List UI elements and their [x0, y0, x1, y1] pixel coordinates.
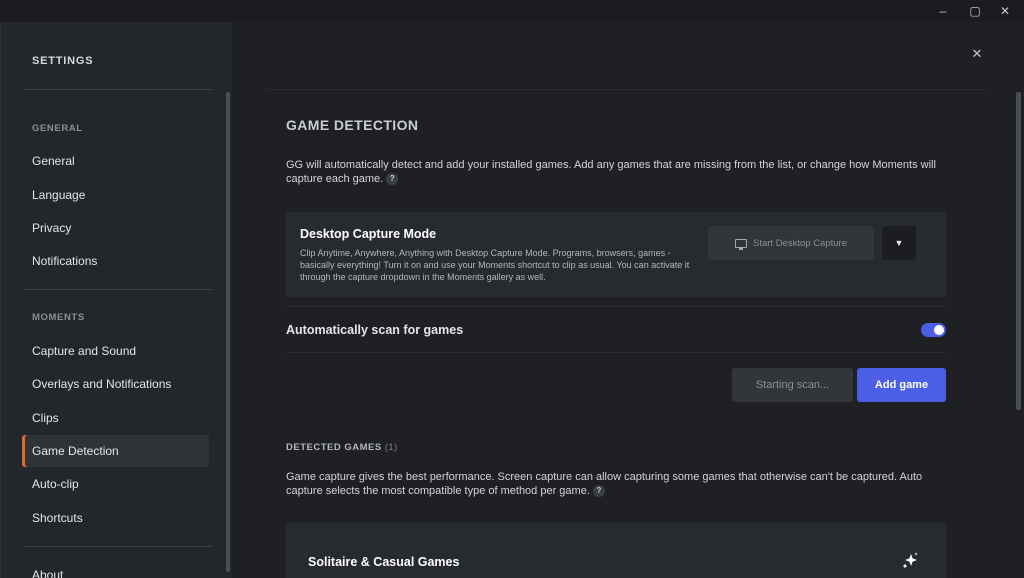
main-scrollbar[interactable] [1016, 92, 1021, 410]
sidebar-section-general: GENERAL [32, 123, 83, 134]
sidebar-item-language[interactable]: Language [22, 179, 209, 211]
close-settings-button[interactable]: ✕ [967, 44, 987, 64]
settings-sidebar: SETTINGS GENERAL General Language Privac… [0, 22, 232, 578]
capture-dropdown-button[interactable]: ▼ [882, 226, 916, 260]
game-title: Solitaire & Casual Games [308, 555, 460, 569]
sidebar-item-notifications[interactable]: Notifications [22, 245, 209, 277]
sidebar-item-overlays-and-notifications[interactable]: Overlays and Notifications [22, 368, 209, 400]
sidebar-item-clips[interactable]: Clips [22, 402, 209, 434]
maximize-button[interactable]: ▢ [962, 2, 988, 20]
help-icon[interactable]: ? [386, 173, 399, 186]
start-desktop-capture-button[interactable]: Start Desktop Capture [708, 226, 874, 260]
sparkle-icon [902, 552, 918, 569]
minimize-button[interactable]: – [930, 2, 956, 20]
game-card[interactable]: Solitaire & Casual Games [286, 523, 946, 578]
sidebar-item-capture-and-sound[interactable]: Capture and Sound [22, 335, 209, 367]
sidebar-item-general[interactable]: General [22, 145, 209, 177]
auto-scan-toggle[interactable] [921, 323, 946, 337]
detected-games-label: DETECTED GAMES [286, 442, 382, 453]
sidebar-divider [23, 89, 213, 90]
help-icon[interactable]: ? [592, 485, 605, 498]
row-divider [286, 306, 946, 307]
chevron-down-icon: ▼ [894, 238, 904, 248]
page-description: GG will automatically detect and add you… [286, 158, 946, 186]
row-divider [286, 352, 946, 353]
detected-games-header: DETECTED GAMES (1) [286, 442, 398, 453]
sidebar-title: SETTINGS [32, 55, 94, 67]
sidebar-scrollbar[interactable] [226, 92, 230, 572]
sidebar-section-moments: MOMENTS [32, 312, 85, 323]
toggle-knob [934, 325, 944, 335]
sidebar-item-privacy[interactable]: Privacy [22, 212, 209, 244]
sidebar-item-game-detection[interactable]: Game Detection [22, 435, 209, 467]
sidebar-divider [23, 546, 213, 547]
page-description-text: GG will automatically detect and add you… [286, 159, 936, 185]
auto-scan-label: Automatically scan for games [286, 323, 464, 337]
sidebar-item-auto-clip[interactable]: Auto-clip [22, 468, 209, 500]
detected-games-count: (1) [384, 442, 398, 453]
starting-scan-button[interactable]: Starting scan... [732, 368, 853, 402]
desktop-capture-title: Desktop Capture Mode [300, 227, 437, 241]
page-title: GAME DETECTION [286, 117, 419, 133]
desktop-capture-card: Desktop Capture Mode Clip Anytime, Anywh… [286, 212, 946, 297]
title-bar: – ▢ ✕ [0, 0, 1024, 22]
monitor-icon [735, 238, 747, 250]
window-close-button[interactable]: ✕ [992, 2, 1018, 20]
add-game-button[interactable]: Add game [857, 368, 946, 402]
sidebar-item-shortcuts[interactable]: Shortcuts [22, 502, 209, 534]
detected-games-description: Game capture gives the best performance.… [286, 470, 956, 498]
header-divider [268, 89, 986, 90]
main-panel: ✕ GAME DETECTION GG will automatically d… [232, 22, 1024, 578]
start-desktop-capture-label: Start Desktop Capture [753, 237, 847, 249]
sidebar-item-about[interactable]: About [22, 559, 209, 578]
desktop-capture-description: Clip Anytime, Anywhere, Anything with De… [300, 248, 690, 282]
sidebar-divider [23, 289, 213, 290]
